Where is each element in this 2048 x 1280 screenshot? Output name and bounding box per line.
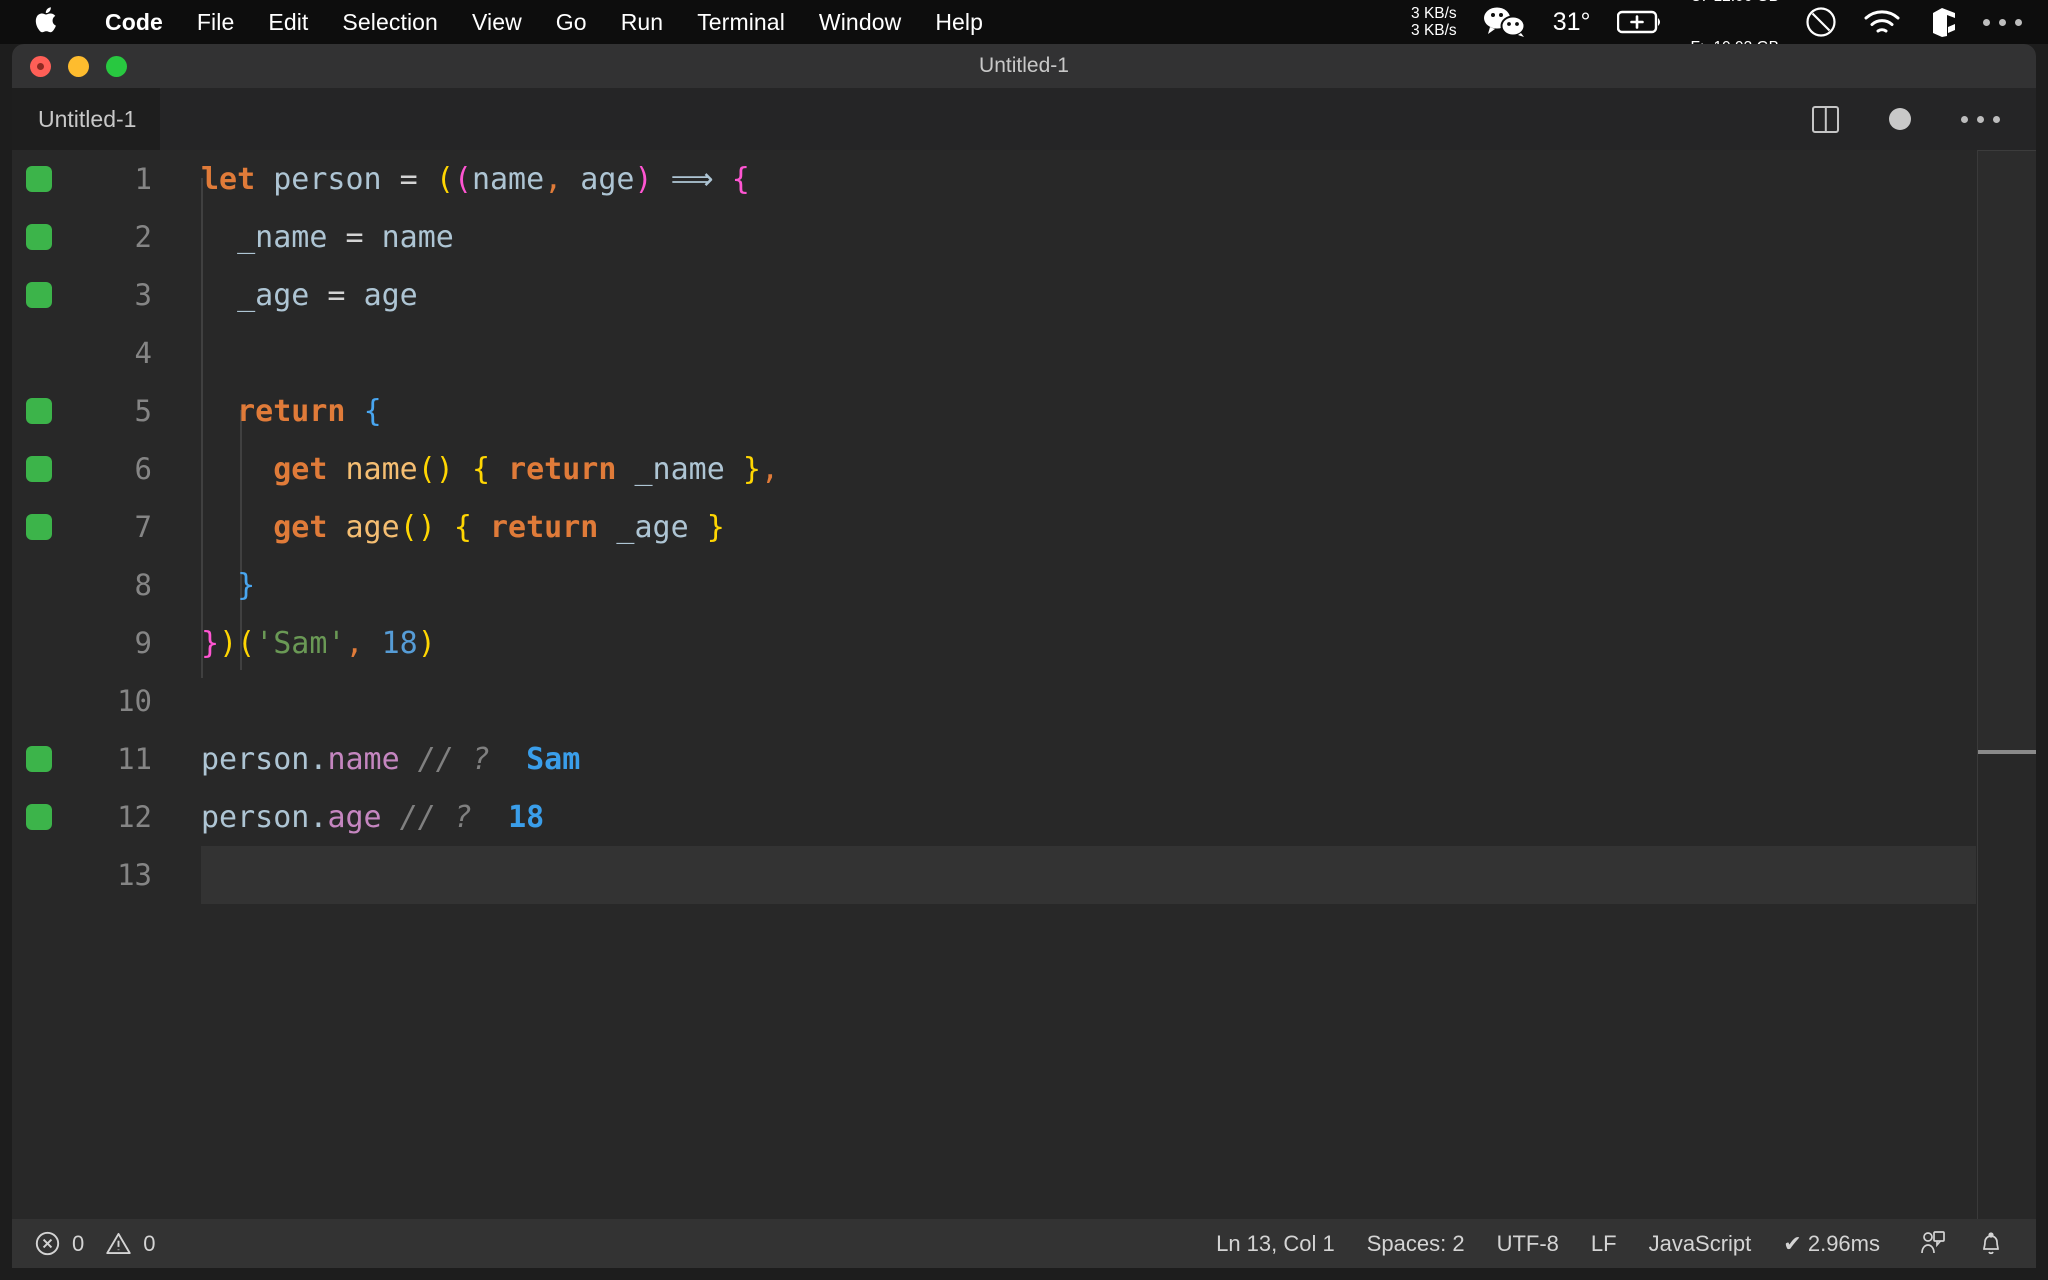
menu-item-window[interactable]: Window bbox=[802, 9, 918, 36]
line-number: 8 bbox=[12, 568, 152, 602]
editor-line[interactable]: 3 _age = age bbox=[12, 266, 2036, 324]
menu-bar-status-items: 3 KB/s 3 KB/s 31° U:12.06 G bbox=[1411, 0, 2048, 44]
unsaved-dot-icon[interactable] bbox=[1889, 108, 1911, 130]
line-content: _age = age bbox=[201, 278, 418, 313]
quokka-run-indicator bbox=[26, 282, 52, 308]
editor-line[interactable]: 4 bbox=[12, 324, 2036, 382]
menu-item-edit[interactable]: Edit bbox=[251, 9, 325, 36]
quokka-run-indicator bbox=[26, 746, 52, 772]
menu-item-code[interactable]: Code bbox=[88, 9, 180, 36]
quokka-run-indicator bbox=[26, 224, 52, 250]
quokka-run-indicator bbox=[26, 456, 52, 482]
vscode-window: Untitled-1 Untitled-1 1 let person = ((n… bbox=[12, 44, 2036, 1268]
line-content: get name() { return _name }, bbox=[201, 452, 779, 487]
editor-line[interactable]: 11 person.name // ? Sam bbox=[12, 730, 2036, 788]
line-content: })('Sam', 18) bbox=[201, 626, 436, 661]
window-title: Untitled-1 bbox=[12, 54, 2036, 78]
quokka-run-indicator bbox=[26, 804, 52, 830]
editor-line[interactable]: 12 person.age // ? 18 bbox=[12, 788, 2036, 846]
editor-line[interactable]: 9 })('Sam', 18) bbox=[12, 614, 2036, 672]
error-circle-icon[interactable] bbox=[34, 1230, 61, 1257]
quokka-run-indicator bbox=[26, 166, 52, 192]
split-editor-icon[interactable] bbox=[1812, 106, 1839, 133]
line-number: 9 bbox=[12, 626, 152, 660]
menu-item-terminal[interactable]: Terminal bbox=[680, 9, 802, 36]
more-actions-icon[interactable] bbox=[1961, 116, 2000, 123]
window-title-bar: Untitled-1 bbox=[12, 44, 2036, 88]
line-content: let person = ((name, age) ⟹ { bbox=[201, 162, 750, 197]
wechat-icon[interactable] bbox=[1483, 7, 1527, 37]
tab-label: Untitled-1 bbox=[38, 106, 136, 133]
line-content: _name = name bbox=[201, 220, 454, 255]
memory-used-label: U: bbox=[1691, 0, 1705, 5]
bell-icon[interactable] bbox=[1964, 1230, 2010, 1258]
quokka-run-indicator bbox=[26, 398, 52, 424]
file-encoding[interactable]: UTF-8 bbox=[1481, 1231, 1575, 1257]
cube-icon[interactable] bbox=[1927, 6, 1957, 38]
quokka-run-indicator bbox=[26, 514, 52, 540]
memory-used-value: 12.06 GB bbox=[1714, 0, 1780, 5]
network-upload-speed: 3 KB/s bbox=[1411, 5, 1457, 22]
editor-line[interactable]: 7 get age() { return _age } bbox=[12, 498, 2036, 556]
network-download-speed: 3 KB/s bbox=[1411, 22, 1457, 39]
line-number: 10 bbox=[12, 684, 152, 718]
network-speed-indicator[interactable]: 3 KB/s 3 KB/s bbox=[1411, 5, 1457, 39]
line-content: return { bbox=[201, 394, 382, 429]
menu-item-go[interactable]: Go bbox=[539, 9, 604, 36]
menu-item-help[interactable]: Help bbox=[918, 9, 1000, 36]
line-number: 4 bbox=[12, 336, 152, 370]
editor-line[interactable]: 5 return { bbox=[12, 382, 2036, 440]
code-editor[interactable]: 1 let person = ((name, age) ⟹ { 2 _name … bbox=[12, 150, 2036, 1219]
editor-tab-bar: Untitled-1 bbox=[12, 88, 2036, 150]
status-bar-left: 0 0 bbox=[12, 1230, 156, 1257]
apple-menu-icon[interactable] bbox=[34, 5, 60, 35]
menu-item-view[interactable]: View bbox=[455, 9, 539, 36]
warning-count[interactable]: 0 bbox=[143, 1231, 155, 1257]
temperature-indicator[interactable]: 31° bbox=[1553, 8, 1591, 37]
warning-triangle-icon[interactable] bbox=[105, 1230, 132, 1257]
editor-line-active[interactable]: 13 bbox=[12, 846, 2036, 904]
editor-actions bbox=[1812, 106, 2036, 133]
line-content: } bbox=[201, 568, 255, 603]
end-of-line-sequence[interactable]: LF bbox=[1575, 1231, 1633, 1257]
menu-item-selection[interactable]: Selection bbox=[325, 9, 455, 36]
editor-line[interactable]: 2 _name = name bbox=[12, 208, 2036, 266]
menu-item-run[interactable]: Run bbox=[604, 9, 681, 36]
tab-untitled-1[interactable]: Untitled-1 bbox=[12, 88, 160, 150]
wifi-icon[interactable] bbox=[1863, 8, 1901, 36]
battery-charging-icon[interactable] bbox=[1617, 9, 1665, 35]
editor-line[interactable]: 10 bbox=[12, 672, 2036, 730]
macos-menu-bar: Code File Edit Selection View Go Run Ter… bbox=[0, 0, 2048, 44]
line-content: person.name // ? Sam bbox=[201, 742, 580, 777]
editor-line[interactable]: 6 get name() { return _name }, bbox=[12, 440, 2036, 498]
do-not-disturb-icon[interactable] bbox=[1805, 6, 1837, 38]
live-share-icon[interactable] bbox=[1896, 1230, 1964, 1258]
language-mode[interactable]: JavaScript bbox=[1633, 1231, 1768, 1257]
quokka-status[interactable]: ✔ 2.96ms bbox=[1767, 1231, 1896, 1257]
indentation-setting[interactable]: Spaces: 2 bbox=[1351, 1231, 1481, 1257]
status-bar: 0 0 Ln 13, Col 1 Spaces: 2 UTF-8 LF Java… bbox=[12, 1219, 2036, 1268]
error-count[interactable]: 0 bbox=[72, 1231, 84, 1257]
menu-item-file[interactable]: File bbox=[180, 9, 251, 36]
line-content: get age() { return _age } bbox=[201, 510, 725, 545]
line-number: 13 bbox=[12, 858, 152, 892]
status-bar-right: Ln 13, Col 1 Spaces: 2 UTF-8 LF JavaScri… bbox=[1200, 1230, 2036, 1258]
cursor-position[interactable]: Ln 13, Col 1 bbox=[1200, 1231, 1351, 1257]
control-center-icon[interactable] bbox=[1983, 19, 2022, 26]
editor-line[interactable]: 8 } bbox=[12, 556, 2036, 614]
editor-line[interactable]: 1 let person = ((name, age) ⟹ { bbox=[12, 150, 2036, 208]
line-content: person.age // ? 18 bbox=[201, 800, 544, 835]
